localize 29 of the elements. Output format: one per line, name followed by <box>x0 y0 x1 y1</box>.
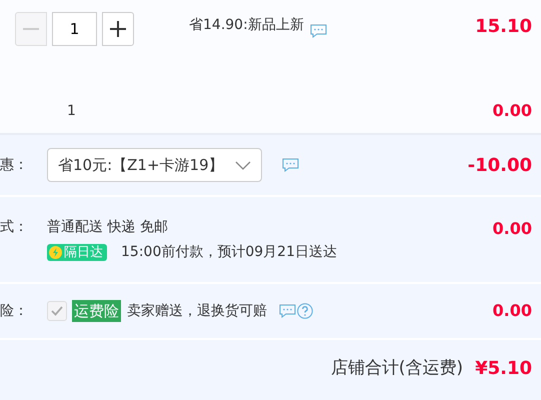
insurance-amount: 0.00 <box>492 300 533 322</box>
total-amount: ¥5.10 <box>475 357 532 381</box>
chevron-down-icon <box>235 160 251 170</box>
insurance-text: 卖家赠送，退换货可赔 <box>127 302 267 320</box>
plus-icon <box>110 21 126 37</box>
field-label: 式： <box>0 218 29 237</box>
quantity-field[interactable]: 1 <box>52 12 97 46</box>
lightning-icon <box>49 246 62 259</box>
delivery-method: 普通配送 快递 免邮 <box>47 218 169 237</box>
promotion-text: 省14.90:新品上新 <box>189 16 304 35</box>
next-day-badge: 隔日达 <box>47 244 107 261</box>
help-icon[interactable] <box>297 303 313 319</box>
total-label: 店铺合计(含运费) <box>330 356 464 380</box>
quantity-text: 1 <box>67 102 76 120</box>
chat-icon[interactable] <box>282 158 299 172</box>
minus-icon <box>23 28 39 30</box>
delivery-note: 15:00前付款，预计09月21日送达 <box>121 243 337 262</box>
discount-amount: -10.00 <box>466 154 533 178</box>
price-text: 15.10 <box>474 15 533 39</box>
insurance-tag: 运费险 <box>72 300 121 322</box>
price-text: 0.00 <box>492 100 533 122</box>
discount-select[interactable]: 省10元:【Z1+卡游19】 <box>47 148 262 182</box>
delivery-amount: 0.00 <box>492 218 533 240</box>
plus-button[interactable] <box>102 12 134 46</box>
field-label: 惠： <box>0 156 29 174</box>
field-label: 险： <box>0 302 29 320</box>
check-icon <box>51 306 63 316</box>
chat-icon[interactable] <box>279 304 296 318</box>
chat-icon[interactable] <box>310 24 327 38</box>
